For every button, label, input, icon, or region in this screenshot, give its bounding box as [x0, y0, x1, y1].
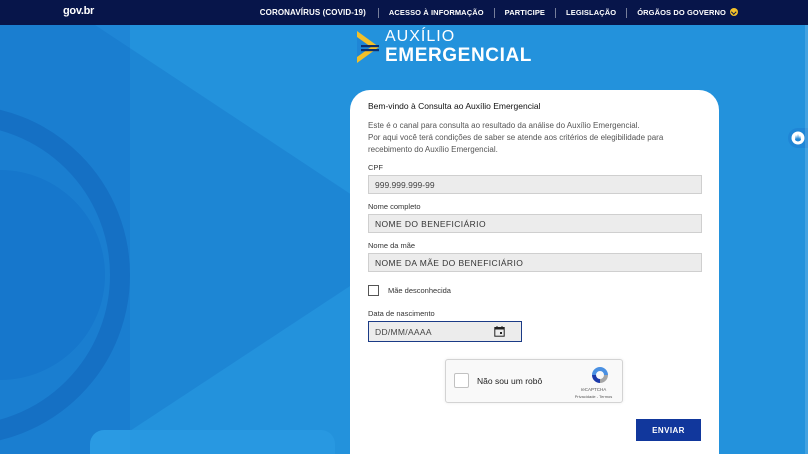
recaptcha-checkbox[interactable] [454, 373, 469, 388]
top-bar: gov.br CORONAVÍRUS (COVID-19) ACESSO À I… [0, 0, 808, 25]
birth-date-input[interactable]: DD/MM/AAAA [368, 321, 522, 342]
mother-name-input[interactable]: NOME DA MÃE DO BENEFICIÁRIO [368, 253, 702, 272]
cpf-input[interactable]: 999.999.999-99 [368, 175, 702, 194]
birth-date-placeholder: DD/MM/AAAA [375, 326, 432, 337]
submit-button[interactable]: ENVIAR [636, 419, 701, 441]
logo-text: AUXÍLIO EMERGENCIAL [385, 28, 532, 66]
nav-participe[interactable]: PARTICIPE [495, 8, 555, 17]
recaptcha-label: Não sou um robô [477, 376, 543, 386]
name-label: Nome completo [368, 202, 421, 211]
birth-date-label: Data de nascimento [368, 309, 435, 318]
form-description-line-2: Por aqui você terá condições de saber se… [368, 133, 664, 154]
logo-mark-icon [357, 31, 379, 63]
calendar-icon[interactable] [494, 326, 505, 337]
mother-name-label: Nome da mãe [368, 241, 416, 250]
unknown-mother-checkbox[interactable] [368, 285, 379, 296]
recaptcha-brand: reCAPTCHA [580, 387, 607, 392]
form-description-line-1: Este é o canal para consulta ao resultad… [368, 121, 640, 130]
nav-acesso-informacao[interactable]: ACESSO À INFORMAÇÃO [379, 8, 494, 17]
recaptcha-widget: Não sou um robô reCAPTCHA Privacidade - … [445, 359, 623, 403]
mother-name-placeholder: NOME DA MÃE DO BENEFICIÁRIO [375, 257, 524, 268]
consulta-form-card: Bem-vindo à Consulta ao Auxílio Emergenc… [350, 90, 719, 454]
cpf-placeholder: 999.999.999-99 [375, 179, 435, 190]
top-nav: CORONAVÍRUS (COVID-19) ACESSO À INFORMAÇ… [250, 0, 748, 25]
unknown-mother-row: Mãe desconhecida [368, 285, 701, 296]
nav-orgaos-label: ÓRGÃOS DO GOVERNO [637, 8, 726, 17]
recaptcha-logo-icon [592, 367, 608, 383]
name-input[interactable]: NOME DO BENEFICIÁRIO [368, 214, 702, 233]
logo-line-1: AUXÍLIO [385, 28, 456, 45]
auxilio-emergencial-logo: AUXÍLIO EMERGENCIAL [355, 28, 532, 66]
nav-legislacao[interactable]: LEGISLAÇÃO [556, 8, 626, 17]
name-placeholder: NOME DO BENEFICIÁRIO [375, 218, 486, 229]
cpf-label: CPF [368, 163, 383, 172]
hand-sign-icon [791, 131, 805, 145]
form-title: Bem-vindo à Consulta ao Auxílio Emergenc… [368, 101, 541, 111]
recaptcha-links[interactable]: Privacidade - Termos [571, 394, 616, 399]
logo-line-2: EMERGENCIAL [385, 45, 532, 66]
nav-coronavirus[interactable]: CORONAVÍRUS (COVID-19) [250, 8, 378, 17]
govbr-logo[interactable]: gov.br [63, 5, 94, 17]
nav-orgaos-governo[interactable]: ÓRGÃOS DO GOVERNO [627, 8, 748, 17]
chevron-down-icon [730, 8, 738, 16]
unknown-mother-label: Mãe desconhecida [388, 286, 451, 295]
form-description: Este é o canal para consulta ao resultad… [368, 120, 701, 156]
